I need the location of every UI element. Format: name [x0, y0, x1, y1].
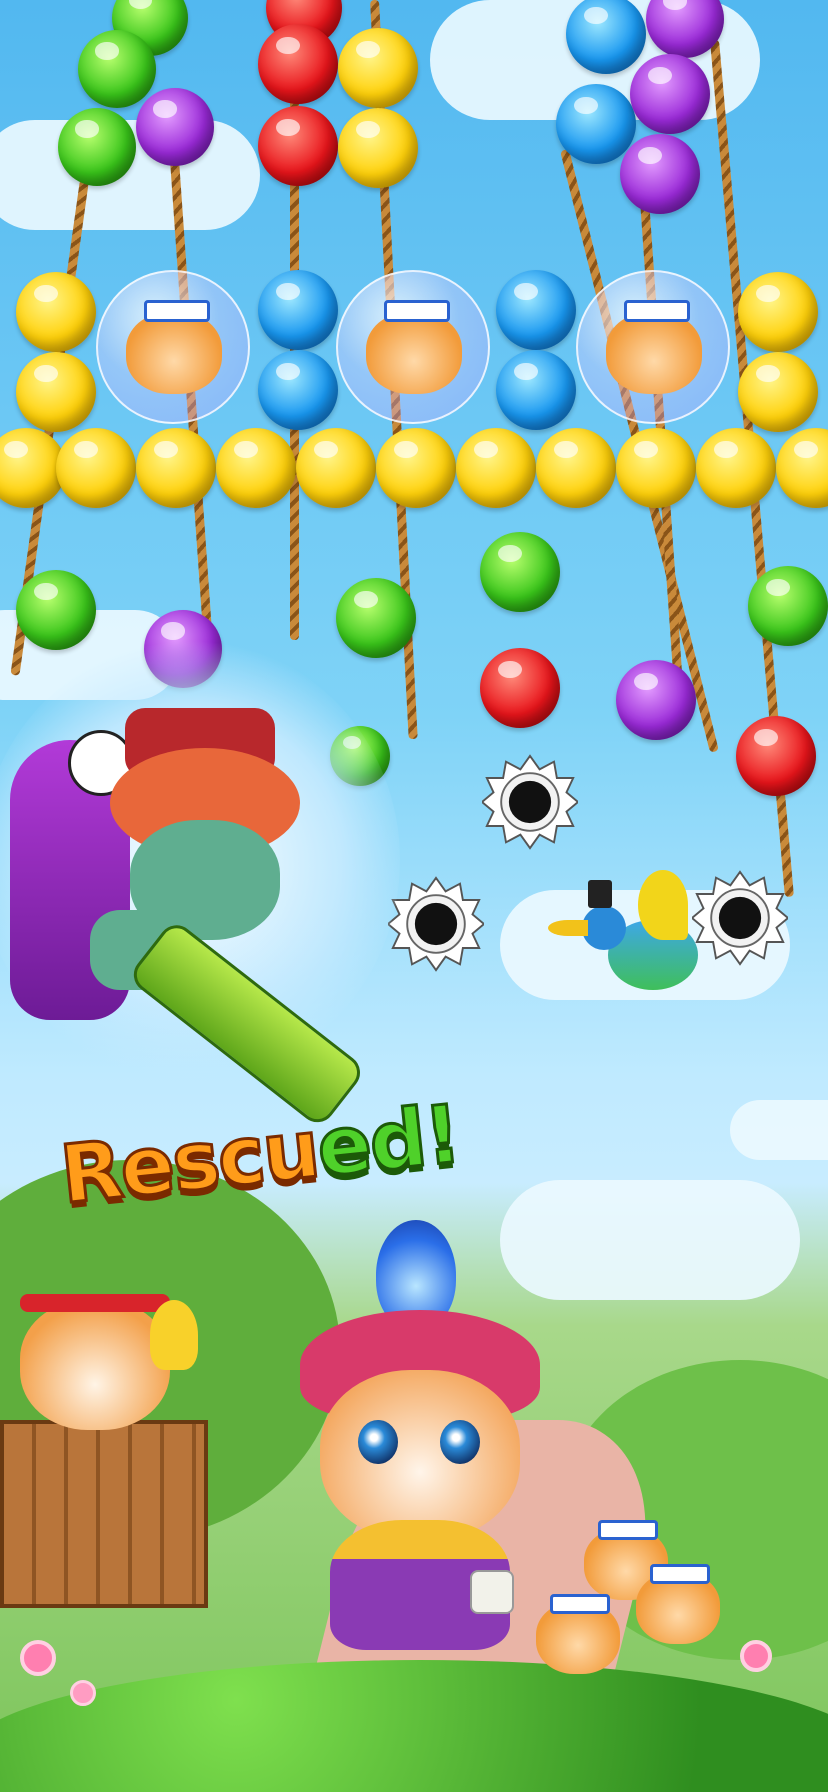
- foreground-bushes: [0, 1660, 828, 1792]
- bubble-yellow: [738, 272, 818, 352]
- bubble-blue: [496, 270, 576, 350]
- bubble-blue: [258, 270, 338, 350]
- bubble-green: [336, 578, 416, 658]
- toucan-wing: [638, 870, 688, 940]
- zombie-squirrel-boss[interactable]: [10, 700, 370, 1130]
- flower-icon: [20, 1640, 56, 1676]
- bubble-yellow: [338, 108, 418, 188]
- saw-blade-icon: [482, 754, 578, 850]
- glasses-icon: [624, 300, 690, 322]
- wooden-crate: [0, 1420, 208, 1608]
- banana-icon: [150, 1300, 198, 1370]
- bubble-yellow: [296, 428, 376, 508]
- bubble-green: [58, 108, 136, 186]
- bubble-yellow: [56, 428, 136, 508]
- bubble-purple: [136, 88, 214, 166]
- bubble-yellow: [338, 28, 418, 108]
- hero-cat-head: [320, 1370, 520, 1540]
- bubble-red: [258, 106, 338, 186]
- hero-cat-eye-left: [358, 1420, 398, 1464]
- hero-cat[interactable]: [280, 1220, 560, 1650]
- hamster-on-crate: [10, 1280, 200, 1430]
- glasses-icon: [144, 300, 210, 322]
- bubble-yellow: [456, 428, 536, 508]
- toucan: [548, 870, 718, 1010]
- rescued-cat: [536, 1590, 620, 1674]
- bubble-red: [258, 24, 338, 104]
- banner-text-part-a: Rescu: [55, 1101, 324, 1223]
- bubble-blue: [258, 350, 338, 430]
- bubble-purple: [616, 660, 696, 740]
- hero-cat-eye-right: [440, 1420, 480, 1464]
- bubble-blue: [496, 350, 576, 430]
- flower-icon: [70, 1680, 96, 1706]
- hamster-body: [20, 1300, 170, 1430]
- bubble-yellow: [696, 428, 776, 508]
- cat-face: [366, 312, 462, 394]
- blaster-gun: [126, 918, 368, 1130]
- headband: [20, 1294, 170, 1312]
- glasses-icon: [384, 300, 450, 322]
- bubble-yellow: [616, 428, 696, 508]
- bubble-yellow: [16, 272, 96, 352]
- bubble-yellow: [776, 428, 828, 508]
- bubble-yellow: [216, 428, 296, 508]
- cloud: [730, 1100, 828, 1160]
- cat-face: [126, 312, 222, 394]
- bubble-purple: [630, 54, 710, 134]
- bubble-yellow: [376, 428, 456, 508]
- bubble-green: [16, 570, 96, 650]
- bubble-yellow: [16, 352, 96, 432]
- bubble-red: [480, 648, 560, 728]
- bubble-purple: [620, 134, 700, 214]
- bubble-red: [736, 716, 816, 796]
- glasses-icon: [598, 1520, 658, 1540]
- game-stage[interactable]: Rescued!: [0, 0, 828, 1792]
- glasses-icon: [550, 1594, 610, 1614]
- cat-face: [606, 312, 702, 394]
- bubble-yellow: [738, 352, 818, 432]
- rescued-cat: [636, 1560, 720, 1644]
- flower-icon: [740, 1640, 772, 1672]
- bubble-green: [480, 532, 560, 612]
- toucan-beak: [548, 920, 588, 936]
- glasses-icon: [650, 1564, 710, 1584]
- saw-blade-icon: [388, 876, 484, 972]
- toucan-head: [582, 906, 626, 950]
- satchel-icon: [470, 1570, 514, 1614]
- bubble-green: [748, 566, 828, 646]
- bubble-green: [78, 30, 156, 108]
- caged-cat-bubble: [336, 270, 490, 424]
- caged-cat-bubble: [96, 270, 250, 424]
- bubble-blue: [556, 84, 636, 164]
- banner-text-part-b: ed!: [311, 1086, 465, 1196]
- caged-cat-bubble: [576, 270, 730, 424]
- top-hat-icon: [588, 880, 612, 908]
- bubble-yellow: [136, 428, 216, 508]
- bubble-yellow: [536, 428, 616, 508]
